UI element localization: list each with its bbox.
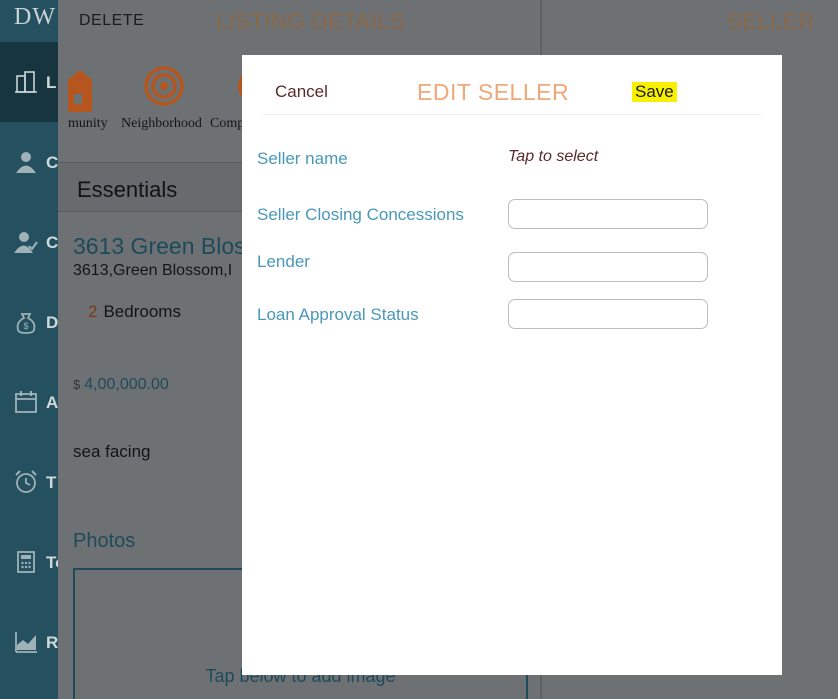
sidebar-item-clients[interactable]: C xyxy=(0,202,58,282)
sidebar-item-contacts[interactable]: C xyxy=(0,122,58,202)
edit-seller-modal: Cancel EDIT SELLER Save Seller name Tap … xyxy=(242,55,782,675)
sidebar-item-label: L xyxy=(46,73,57,92)
modal-title: EDIT SELLER xyxy=(417,79,570,105)
sidebar-item-tasks[interactable]: T xyxy=(0,442,58,522)
sidebar-item-label: T xyxy=(46,473,57,492)
svg-text:$: $ xyxy=(23,321,28,331)
cancel-button[interactable]: Cancel xyxy=(275,82,328,102)
calculator-icon xyxy=(17,551,35,573)
essentials-title: Essentials xyxy=(77,177,178,202)
sidebar-item-listings[interactable]: L xyxy=(0,42,58,122)
target-icon xyxy=(144,66,184,106)
alarm-clock-icon xyxy=(15,470,37,493)
bedrooms-label: Bedrooms xyxy=(103,302,181,321)
closing-concessions-label: Seller Closing Concessions xyxy=(257,205,464,224)
money-bag-icon: $ xyxy=(16,313,36,334)
building-icon xyxy=(15,71,37,93)
brand-logo: DW xyxy=(14,4,56,30)
seller-pane-title: SELLER xyxy=(727,9,815,34)
loan-approval-status-label: Loan Approval Status xyxy=(257,305,419,324)
person-icon xyxy=(16,152,36,173)
listing-topbar: DELETE LISTING DETAILS xyxy=(58,0,538,42)
sidebar-item-label: C xyxy=(46,233,58,252)
lender-label: Lender xyxy=(257,252,310,271)
seller-name-label: Seller name xyxy=(257,149,348,168)
category-label: Comp xyxy=(210,116,245,131)
person-check-icon xyxy=(14,232,38,253)
calendar-icon xyxy=(15,391,37,413)
currency-symbol: $ xyxy=(73,377,81,392)
sidebar-item-tools[interactable]: To xyxy=(0,522,58,602)
sidebar-item-reports[interactable]: R xyxy=(0,602,58,682)
sidebar-item-label: To xyxy=(46,553,58,572)
photos-title: Photos xyxy=(73,530,136,552)
sidebar-item-label: A xyxy=(46,393,58,412)
house-icon xyxy=(68,70,92,112)
save-button[interactable]: Save xyxy=(632,82,677,102)
seller-topbar: SELLER xyxy=(542,0,838,42)
sidebar: DW L C C $ D A T T R xyxy=(0,0,58,699)
sidebar-item-appointments[interactable]: A xyxy=(0,362,58,442)
sidebar-item-label: D xyxy=(46,313,58,332)
delete-button[interactable]: DELETE xyxy=(79,12,144,30)
closing-concessions-input[interactable] xyxy=(508,199,708,229)
seller-name-selector[interactable]: Tap to select xyxy=(508,148,598,166)
loan-approval-status-input[interactable] xyxy=(508,299,708,329)
listing-address-subtitle: 3613,Green Blossom,I xyxy=(73,262,233,279)
modal-header: Cancel EDIT SELLER Save xyxy=(263,55,761,115)
sidebar-item-deals[interactable]: $ D xyxy=(0,282,58,362)
listing-price: $4,00,000.00 xyxy=(73,376,169,394)
bedrooms-info: 2 Bedrooms xyxy=(88,302,181,322)
listing-details-title: LISTING DETAILS xyxy=(216,9,406,34)
category-label: Neighborhood xyxy=(121,116,202,131)
sidebar-item-label: C xyxy=(46,153,58,172)
category-label: munity xyxy=(68,116,108,131)
sidebar-item-label: R xyxy=(46,633,58,652)
chart-icon xyxy=(15,632,37,653)
lender-input[interactable] xyxy=(508,252,708,282)
price-value: 4,00,000.00 xyxy=(84,376,169,393)
bedrooms-count: 2 xyxy=(88,302,98,321)
listing-description: sea facing xyxy=(73,442,151,461)
